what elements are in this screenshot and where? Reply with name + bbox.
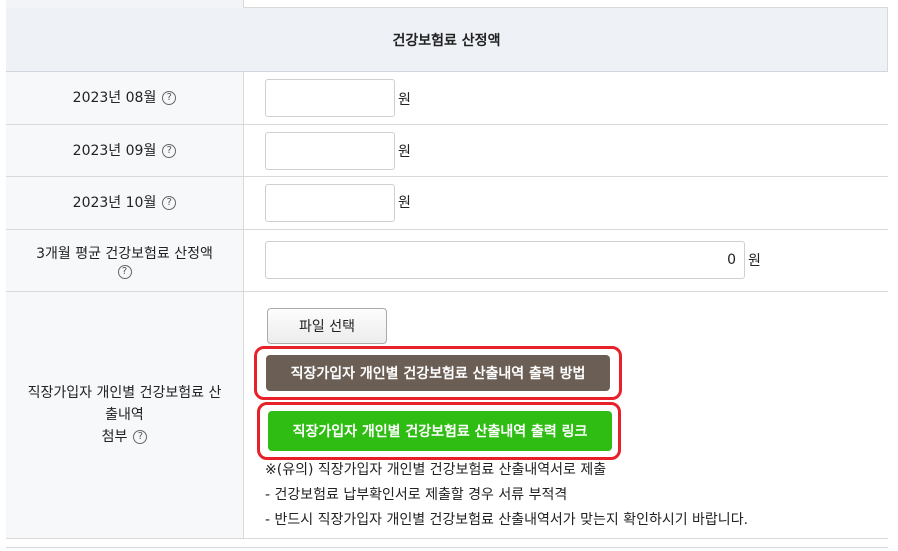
attachment-label-line2: 출내역 [105, 407, 144, 423]
month-row-oct: 2023년 10월 ? 원 [6, 177, 888, 230]
previous-row-edge [6, 0, 888, 8]
attachment-row: 직장가입자 개인별 건강보험료 산 출내역 첨부 ? 파일 선택 직장가입자 개… [6, 292, 888, 539]
attachment-label-line3: 첨부 [101, 429, 128, 445]
month-row-aug: 2023년 08월 ? 원 [6, 72, 888, 125]
amount-input-aug[interactable] [265, 79, 395, 117]
currency-unit: 원 [748, 253, 761, 269]
average-label-text: 3개월 평균 건강보험료 산정액 [36, 245, 213, 262]
average-label: 3개월 평균 건강보험료 산정액 ? [6, 230, 244, 291]
amount-input-oct[interactable] [265, 184, 395, 222]
currency-unit: 원 [398, 144, 411, 160]
attachment-label-line1: 직장가입자 개인별 건강보험료 산 [27, 385, 222, 401]
month-value-cell: 원 [245, 72, 888, 124]
month-label-text: 2023년 08월 [72, 90, 157, 106]
attachment-value-cell: 파일 선택 직장가입자 개인별 건강보험료 산출내역 출력 방법 직장가입자 개… [245, 292, 888, 538]
help-icon[interactable]: ? [133, 430, 148, 444]
print-link-button[interactable]: 직장가입자 개인별 건강보험료 산출내역 출력 링크 [268, 411, 612, 451]
section-title: 건강보험료 산정액 [6, 8, 888, 72]
notice-line: - 반드시 직장가입자 개인별 건강보험료 산출내역서가 맞는지 확인하시기 바… [265, 512, 749, 528]
help-icon[interactable]: ? [162, 196, 177, 210]
average-row: 3개월 평균 건강보험료 산정액 ? 0 원 [6, 230, 888, 292]
amount-input-sep[interactable] [265, 132, 395, 170]
notice-line: - 건강보험료 납부확인서로 제출할 경우 서류 부적격 [265, 487, 568, 503]
previous-row-label-edge [6, 0, 244, 8]
help-icon[interactable]: ? [162, 143, 177, 158]
month-label-aug: 2023년 08월 ? [6, 72, 244, 124]
howto-button[interactable]: 직장가입자 개인별 건강보험료 산출내역 출력 방법 [266, 355, 610, 391]
help-icon[interactable]: ? [117, 264, 132, 279]
month-label-sep: 2023년 09월 ? [6, 125, 244, 176]
month-label-text: 2023년 09월 [72, 142, 157, 159]
average-amount-field: 0 [265, 241, 745, 279]
month-label-text: 2023년 10월 [72, 195, 157, 211]
notice-text: ※(유의) 직장가입자 개인별 건강보험료 산출내역서로 제출 - 건강보험료 … [265, 458, 748, 533]
notice-line: ※(유의) 직장가입자 개인별 건강보험료 산출내역서로 제출 [265, 462, 607, 478]
file-select-button[interactable]: 파일 선택 [267, 308, 387, 344]
month-value-cell: 원 [245, 177, 888, 229]
currency-unit: 원 [398, 92, 411, 108]
form-table: 건강보험료 산정액 2023년 08월 ? 원 2023년 09월 ? 원 20… [6, 0, 888, 551]
attachment-label: 직장가입자 개인별 건강보험료 산 출내역 첨부 ? [6, 292, 244, 538]
help-icon[interactable]: ? [162, 91, 177, 105]
average-value-cell: 0 원 [245, 230, 888, 291]
table-bottom-border [6, 547, 888, 548]
currency-unit: 원 [398, 195, 411, 211]
month-value-cell: 원 [245, 125, 888, 176]
month-label-oct: 2023년 10월 ? [6, 177, 244, 229]
month-row-sep: 2023년 09월 ? 원 [6, 125, 888, 177]
